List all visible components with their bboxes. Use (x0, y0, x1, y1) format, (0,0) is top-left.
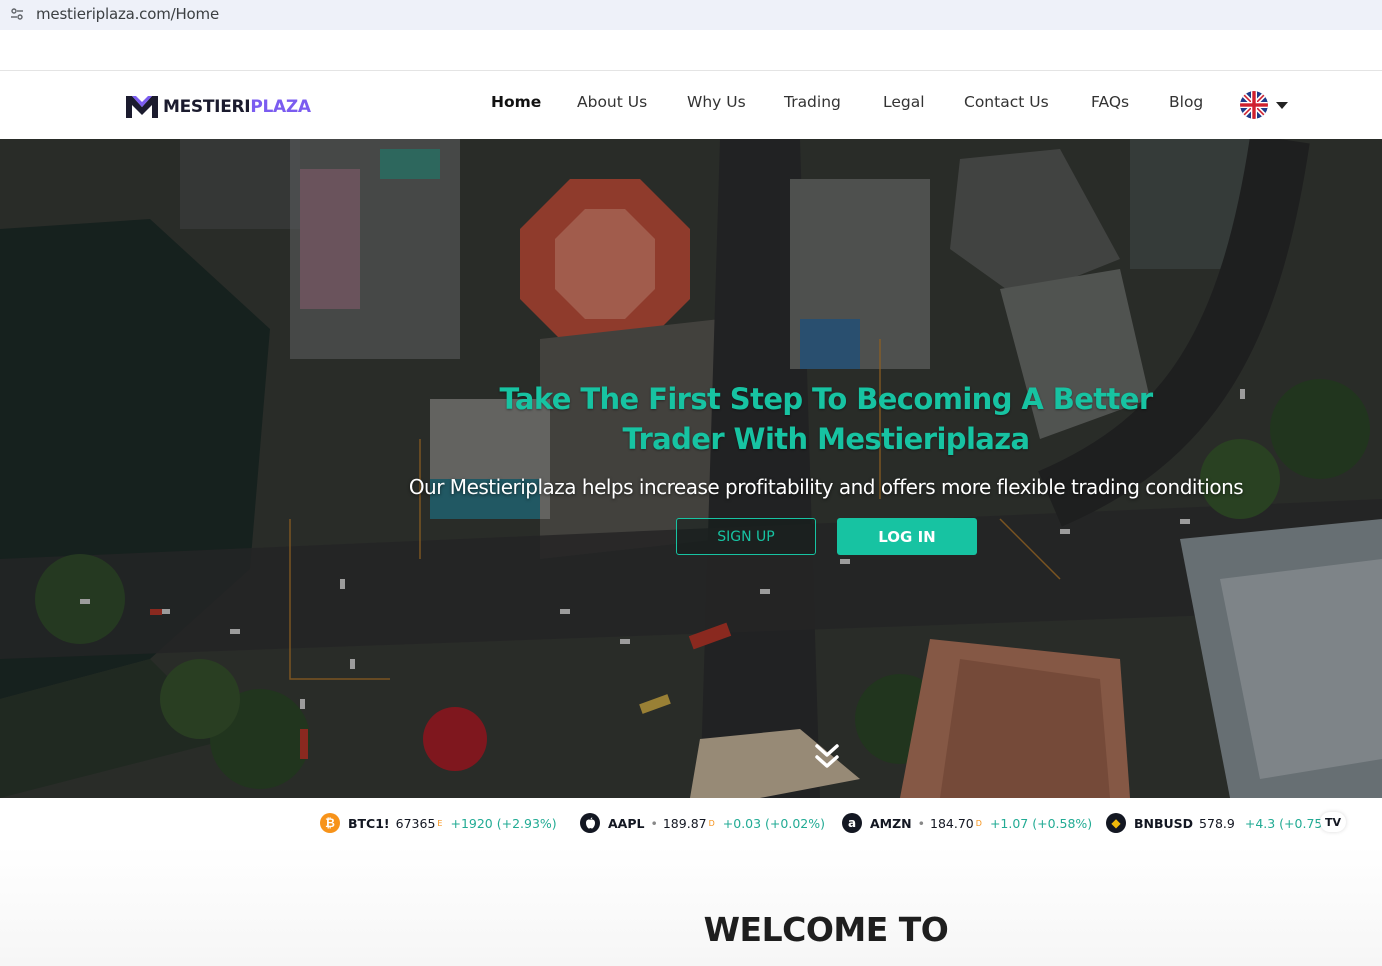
nav-why-us[interactable]: Why Us (687, 93, 746, 111)
site-header: MESTIERIPLAZA Home About Us Why Us Tradi… (0, 70, 1382, 139)
ticker-symbol: BNBUSD (1134, 815, 1194, 831)
stock-ticker: ₿ BTC1! 67365 E +1920 (+2.93%) AAPL • 18… (0, 798, 1382, 846)
bitcoin-icon: ₿ (320, 813, 340, 833)
ticker-change: +4.3 (+0.75 (1244, 815, 1323, 831)
nav-blog[interactable]: Blog (1169, 93, 1203, 111)
ticker-item[interactable]: AAPL • 189.87 D +0.03 (+0.02%) (580, 812, 825, 834)
chevron-down-icon (1276, 101, 1288, 109)
hero-subtitle: Our Mestieriplaza helps increase profita… (408, 475, 1244, 499)
ticker-change: +0.03 (+0.02%) (722, 815, 825, 831)
ticker-flag: D (975, 818, 982, 828)
ticker-price: 189.87 (662, 815, 707, 831)
ticker-change: +1.07 (+0.58%) (989, 815, 1093, 831)
hero-overlay (0, 139, 1382, 798)
double-chevron-down-icon[interactable] (814, 743, 840, 771)
ticker-dot: • (917, 815, 926, 831)
nav-faqs[interactable]: FAQs (1091, 93, 1129, 111)
ticker-symbol: AMZN (870, 815, 912, 831)
ticker-item[interactable]: ₿ BTC1! 67365 E +1920 (+2.93%) (320, 812, 557, 834)
nav-legal[interactable]: Legal (883, 93, 925, 111)
browser-address-bar: mestieriplaza.com/Home (0, 0, 1382, 30)
sign-up-button[interactable]: SIGN UP (676, 518, 816, 555)
language-selector[interactable] (1240, 91, 1288, 119)
ticker-price: 578.9 (1199, 815, 1235, 831)
nav-about-us[interactable]: About Us (577, 93, 647, 111)
ticker-flag: E (437, 818, 443, 828)
tradingview-logo[interactable]: TV (1320, 812, 1346, 832)
ticker-symbol: AAPL (608, 815, 645, 831)
site-settings-icon[interactable] (10, 7, 24, 21)
hero-title: Take The First Step To Becoming A Better… (499, 382, 1153, 456)
ticker-price: 184.70 (930, 815, 974, 831)
hero-section: Take The First Step To Becoming A Better… (0, 139, 1382, 798)
nav-contact-us[interactable]: Contact Us (964, 93, 1049, 111)
ticker-price: 67365 (395, 815, 436, 831)
ticker-item[interactable]: ◆ BNBUSD 578.9 +4.3 (+0.75 (1106, 812, 1322, 834)
bnb-icon: ◆ (1106, 813, 1126, 833)
url-text[interactable]: mestieriplaza.com/Home (36, 5, 219, 23)
uk-flag-icon (1240, 91, 1268, 119)
welcome-title: WELCOME TO (703, 910, 949, 949)
apple-icon (580, 813, 600, 833)
ticker-item[interactable]: a AMZN • 184.70 D +1.07 (+0.58%) (842, 812, 1092, 834)
ticker-symbol: BTC1! (348, 815, 390, 831)
nav-trading[interactable]: Trading (784, 93, 841, 111)
main-nav: Home About Us Why Us Trading Legal Conta… (0, 93, 1382, 117)
ticker-change: +1920 (+2.93%) (450, 815, 557, 831)
ticker-flag: D (708, 818, 715, 828)
nav-home[interactable]: Home (491, 93, 541, 111)
ticker-dot: • (650, 815, 658, 831)
welcome-section: WELCOME TO (0, 846, 1382, 966)
amazon-icon: a (842, 813, 862, 833)
log-in-button[interactable]: LOG IN (837, 518, 977, 555)
